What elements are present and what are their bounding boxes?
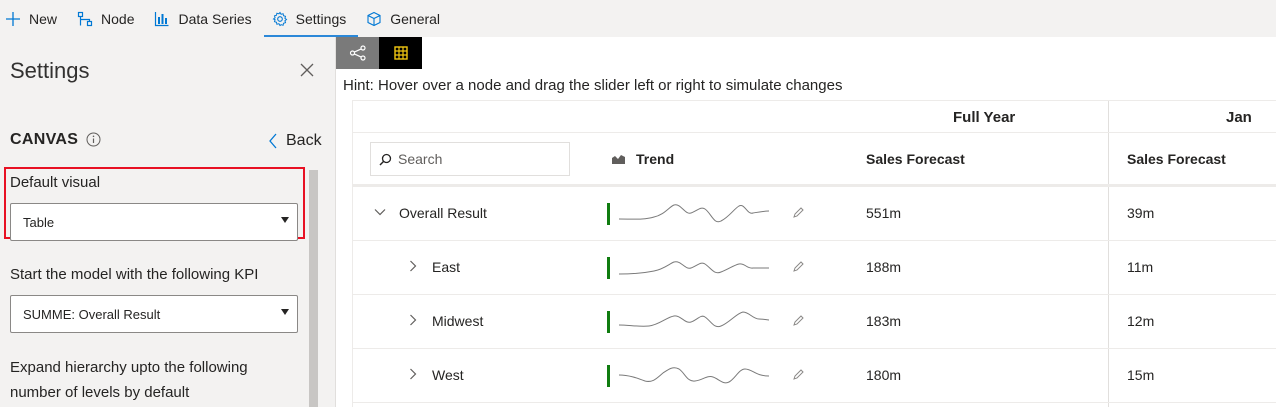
cell-full-year: 183m	[866, 313, 902, 329]
search-icon	[379, 153, 392, 166]
sparkline	[619, 204, 769, 223]
new-button[interactable]: New	[0, 0, 69, 37]
general-button-label: General	[390, 10, 441, 27]
share-nodes-icon	[349, 45, 366, 61]
column-header-sales-forecast-year: Sales Forecast	[866, 151, 965, 167]
trend-indicator	[607, 257, 610, 279]
trend-indicator	[607, 311, 610, 333]
cube-icon	[367, 11, 381, 26]
default-visual-value: Table	[23, 214, 55, 230]
pencil-icon[interactable]	[793, 315, 804, 326]
cell-full-year: 551m	[866, 205, 902, 221]
plus-icon	[6, 11, 20, 26]
default-visual-label: Default visual	[10, 174, 101, 191]
data-series-button-label: Data Series	[178, 10, 252, 27]
row-name: East	[432, 259, 461, 275]
new-button-label: New	[29, 10, 58, 27]
chevron-left-icon	[269, 133, 277, 149]
group-header-jan: Jan	[1226, 109, 1252, 126]
default-visual-dropdown[interactable]: Table	[10, 203, 298, 241]
grid-icon	[393, 46, 408, 60]
general-button[interactable]: General	[358, 0, 452, 37]
chevron-right-icon[interactable]	[409, 260, 417, 272]
pencil-icon[interactable]	[793, 369, 804, 380]
back-label: Back	[286, 132, 322, 149]
table-row[interactable]: Midwest 183m 12m	[353, 295, 1276, 349]
chevron-right-icon[interactable]	[409, 314, 417, 326]
back-button[interactable]: Back	[268, 132, 322, 150]
settings-tab-label: Settings	[295, 10, 347, 27]
trend-indicator	[607, 365, 610, 387]
column-header-sales-forecast-jan: Sales Forecast	[1127, 151, 1226, 167]
close-icon[interactable]	[298, 61, 316, 79]
kpi-value: SUMME: Overall Result	[23, 306, 161, 322]
top-toolbar: New Node Data Series Settings General	[0, 0, 1276, 37]
trend-header-label: Trend	[636, 151, 675, 167]
node-icon	[77, 11, 93, 26]
caret-down-icon	[281, 217, 289, 223]
table-view-button[interactable]	[379, 37, 422, 69]
bar-chart-icon	[155, 11, 169, 26]
network-view-button[interactable]	[336, 37, 379, 69]
table-row[interactable]: West 180m 15m	[353, 349, 1276, 403]
header-divider	[353, 132, 1276, 133]
sparkline	[619, 261, 769, 275]
pencil-icon[interactable]	[793, 261, 804, 272]
row-name: Overall Result	[399, 205, 487, 221]
chevron-down-icon[interactable]	[374, 208, 386, 216]
expand-label-line2: number of levels by default	[10, 384, 190, 401]
cell-jan: 12m	[1127, 313, 1155, 329]
node-button-label: Node	[101, 10, 135, 27]
row-name: Midwest	[432, 313, 484, 329]
expand-label-line1: Expand hierarchy upto the following	[10, 359, 248, 376]
row-name: West	[432, 367, 464, 383]
section-header: CANVAS	[10, 131, 79, 148]
trend-indicator	[607, 203, 610, 225]
search-input[interactable]: Search	[370, 142, 570, 176]
panel-title: Settings	[10, 58, 90, 83]
cell-jan: 11m	[1127, 259, 1154, 275]
hint-text: Hint: Hover over a node and drag the sli…	[343, 77, 843, 94]
settings-panel: Settings CANVAS Back Default visual Tabl…	[0, 37, 336, 407]
area-chart-icon	[612, 155, 625, 164]
cell-jan: 15m	[1127, 367, 1155, 383]
node-button[interactable]: Node	[69, 0, 146, 37]
settings-tab[interactable]: Settings	[263, 0, 359, 37]
search-placeholder: Search	[398, 151, 443, 167]
chevron-right-icon[interactable]	[409, 368, 417, 380]
kpi-dropdown[interactable]: SUMME: Overall Result	[10, 295, 298, 333]
pencil-icon[interactable]	[793, 207, 804, 218]
data-series-button[interactable]: Data Series	[146, 0, 263, 37]
table-row[interactable]: Overall Result 551m 39m	[353, 187, 1276, 241]
cell-full-year: 180m	[866, 367, 902, 383]
info-icon[interactable]	[86, 132, 101, 147]
group-header-full-year: Full Year	[953, 109, 1016, 126]
cell-jan: 39m	[1127, 205, 1155, 221]
scrollbar[interactable]	[309, 170, 318, 407]
sparkline	[619, 367, 769, 384]
sparkline	[619, 311, 769, 328]
trend-header: Trend	[612, 151, 674, 167]
data-table: Full Year Jan Search Trend Sales Forecas…	[352, 100, 1276, 407]
cell-full-year: 188m	[866, 259, 902, 275]
caret-down-icon	[281, 309, 289, 315]
kpi-label: Start the model with the following KPI	[10, 266, 259, 283]
table-row[interactable]: East 188m 11m	[353, 241, 1276, 295]
gear-icon	[272, 11, 287, 26]
